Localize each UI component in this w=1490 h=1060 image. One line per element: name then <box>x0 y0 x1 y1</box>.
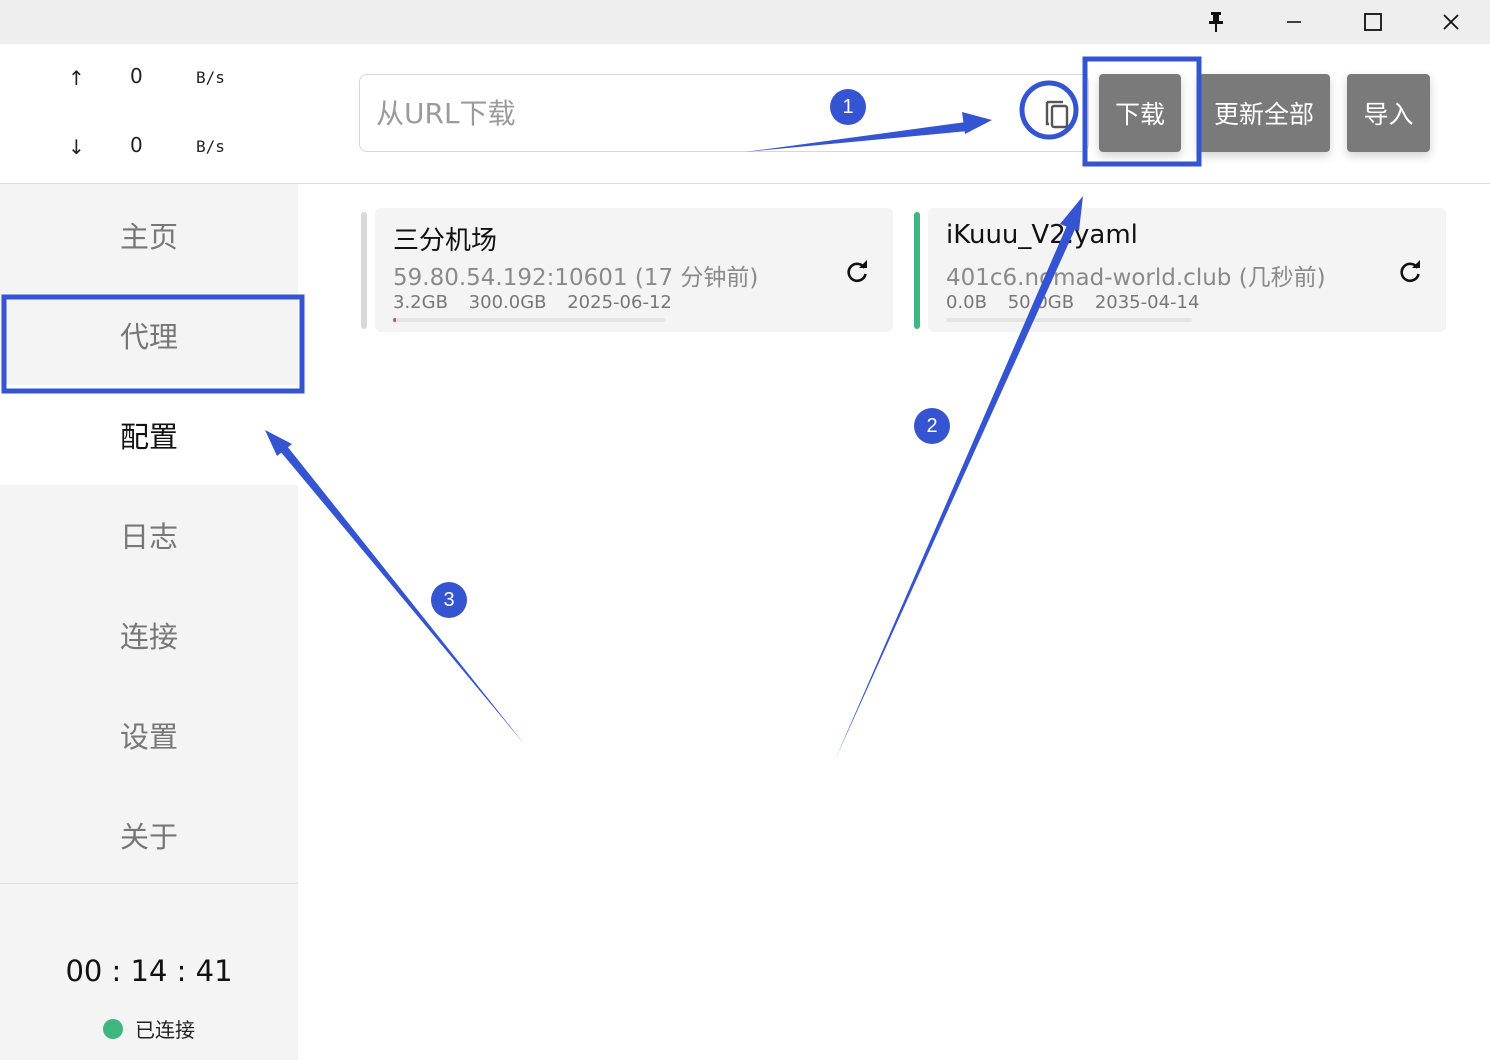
sidebar-item-profiles[interactable]: 配置 <box>0 385 298 485</box>
sidebar-item-label: 设置 <box>119 720 178 754</box>
profile-card[interactable]: iKuuu_V2.yaml 401c6.nomad-world.club (几秒… <box>928 208 1446 332</box>
step-number-2: 2 <box>914 408 950 444</box>
sidebar-item-about[interactable]: 关于 <box>0 785 298 885</box>
annotation-arrow-3 <box>280 446 525 745</box>
profile-selection-bar <box>914 212 920 329</box>
refresh-icon <box>1400 260 1420 283</box>
sidebar-item-label: 代理 <box>119 320 178 354</box>
upload-unit: B/s <box>196 68 225 87</box>
profile-expire: 2035-04-14 <box>1094 292 1200 313</box>
download-speed: ↓ 0 B/s <box>0 133 298 163</box>
download-button[interactable]: 下载 <box>1099 74 1181 152</box>
close-icon <box>1443 14 1459 30</box>
usage-progress-bar <box>393 318 665 322</box>
sidebar-item-label: 连接 <box>119 620 178 654</box>
step-number-3: 3 <box>431 582 467 618</box>
profile-expire: 2025-06-12 <box>567 292 672 313</box>
profiles-toolbar: 下载 更新全部 导入 <box>298 44 1490 184</box>
sidebar-item-home[interactable]: 主页 <box>0 185 298 285</box>
url-input[interactable] <box>360 75 1000 151</box>
upload-value: 0 <box>130 64 143 88</box>
sidebar-item-label: 主页 <box>119 220 178 254</box>
sidebar-item-label: 配置 <box>119 420 178 454</box>
traffic-panel: ↑ 0 B/s ↓ 0 B/s <box>0 44 298 184</box>
sidebar-item-label: 日志 <box>119 520 178 554</box>
profile-card[interactable]: 三分机场 59.80.54.192:10601 (17 分钟前) 3.2GB 3… <box>375 208 893 332</box>
url-field <box>359 74 1089 152</box>
sidebar-item-proxy[interactable]: 代理 <box>0 285 298 385</box>
maximize-icon <box>1364 13 1382 31</box>
profile-usage: 0.0B 50.0GB 2035-04-14 <box>946 292 1214 313</box>
usage-progress-bar <box>946 318 1192 322</box>
profile-address: 59.80.54.192:10601 (17 分钟前) <box>393 265 759 291</box>
usage-progress-fill <box>393 318 396 322</box>
sidebar: ↑ 0 B/s ↓ 0 B/s 主页 代理 配置 日志 连接 设置 关于 00 … <box>0 44 298 1060</box>
pin-icon <box>1209 12 1223 32</box>
download-arrow-icon: ↓ <box>68 135 85 159</box>
minimize-icon <box>1287 21 1301 23</box>
connection-status[interactable]: 已连接 <box>0 1014 298 1043</box>
title-bar <box>0 0 1490 44</box>
sidebar-item-connections[interactable]: 连接 <box>0 585 298 685</box>
profile-selection-bar <box>361 212 367 329</box>
step-number-1: 1 <box>830 89 866 125</box>
refresh-button[interactable] <box>1396 258 1424 286</box>
profile-usage: 3.2GB 300.0GB 2025-06-12 <box>393 292 687 313</box>
profile-name: 三分机场 <box>393 226 498 256</box>
profile-total: 50.0GB <box>1007 292 1075 313</box>
profile-total: 300.0GB <box>468 292 547 313</box>
import-button[interactable]: 导入 <box>1347 74 1430 152</box>
sidebar-item-logs[interactable]: 日志 <box>0 485 298 585</box>
update-all-button[interactable]: 更新全部 <box>1198 74 1330 152</box>
status-label: 已连接 <box>135 1018 195 1042</box>
sidebar-footer: 00 : 14 : 41 已连接 <box>0 883 298 1060</box>
paste-button[interactable] <box>1036 89 1078 137</box>
minimize-button[interactable] <box>1255 0 1333 44</box>
profile-name: iKuuu_V2.yaml <box>946 220 1138 250</box>
download-unit: B/s <box>196 137 225 156</box>
profile-used: 3.2GB <box>393 292 448 313</box>
refresh-button[interactable] <box>843 258 871 286</box>
refresh-icon <box>847 260 867 283</box>
sidebar-nav: 主页 代理 配置 日志 连接 设置 关于 <box>0 185 298 885</box>
close-button[interactable] <box>1412 0 1490 44</box>
profile-used: 0.0B <box>946 292 987 313</box>
sidebar-item-settings[interactable]: 设置 <box>0 685 298 785</box>
uptime-timer: 00 : 14 : 41 <box>65 954 233 988</box>
maximize-button[interactable] <box>1334 0 1412 44</box>
upload-arrow-icon: ↑ <box>68 66 85 90</box>
download-value: 0 <box>130 133 143 157</box>
sidebar-item-label: 关于 <box>119 820 178 854</box>
paste-icon <box>1045 100 1069 129</box>
upload-speed: ↑ 0 B/s <box>0 64 298 94</box>
profile-address: 401c6.nomad-world.club (几秒前) <box>946 265 1326 291</box>
status-dot-icon <box>103 1018 123 1039</box>
pin-button[interactable] <box>1177 0 1255 44</box>
